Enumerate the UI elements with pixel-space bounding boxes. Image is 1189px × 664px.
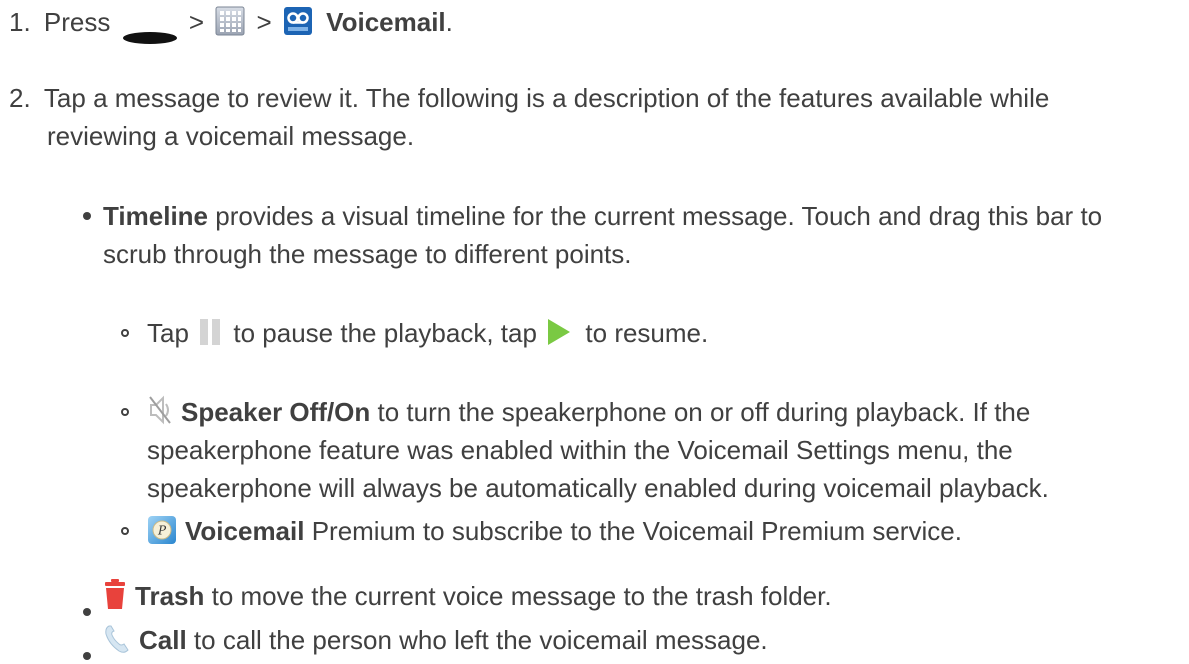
- premium-item: P Voicemail Premium to subscribe to the …: [147, 512, 962, 550]
- speaker-item-line-2: speakerphone feature was enabled within …: [147, 435, 1013, 465]
- trash-item: Trash to move the current voice message …: [103, 577, 832, 615]
- step-2-line-2: reviewing a voicemail message.: [47, 121, 415, 151]
- speaker-item-line-1: Speaker Off/On to turn the speakerphone …: [147, 393, 1030, 431]
- pause-icon: [198, 317, 222, 347]
- play-icon: [546, 317, 572, 347]
- step-2-line-1: 2. Tap a message to review it. The follo…: [9, 83, 1050, 113]
- timeline-label: Timeline: [103, 201, 209, 231]
- step-number: 2.: [9, 83, 31, 113]
- step-1: 1. Press > > Voicemail.: [9, 3, 453, 45]
- sub-bullet: [121, 527, 129, 535]
- voicemail-label: Voicemail: [326, 7, 446, 37]
- call-icon: [103, 624, 131, 654]
- voicemail-premium-icon: P: [147, 515, 177, 545]
- trash-icon: [103, 578, 127, 610]
- timeline-item-line-2: scrub through the message to different p…: [103, 239, 632, 269]
- bullet: [83, 608, 91, 616]
- call-label: Call: [139, 625, 187, 655]
- bullet: [83, 652, 91, 660]
- home-key-icon: [122, 17, 178, 45]
- step-text: Press: [43, 7, 111, 37]
- bullet: [83, 212, 91, 220]
- separator: >: [256, 7, 272, 37]
- pause-item: Tap to pause the playback, tap to resume…: [147, 317, 709, 348]
- step-number: 1.: [9, 7, 31, 37]
- speaker-off-icon: [147, 394, 173, 426]
- trash-label: Trash: [135, 581, 205, 611]
- sub-bullet: [121, 329, 129, 337]
- premium-label: Voicemail: [185, 516, 305, 546]
- voicemail-app-icon: [283, 6, 313, 36]
- call-item: Call to call the person who left the voi…: [103, 621, 768, 659]
- apps-grid-icon: [215, 6, 245, 36]
- speaker-label: Speaker Off/On: [181, 397, 371, 427]
- separator: >: [188, 7, 205, 37]
- speaker-item-line-3: speakerphone will always be automaticall…: [147, 473, 1049, 503]
- sub-bullet: [121, 408, 129, 416]
- timeline-item-line-1: Timeline provides a visual timeline for …: [103, 201, 1103, 231]
- svg-text:P: P: [157, 524, 167, 538]
